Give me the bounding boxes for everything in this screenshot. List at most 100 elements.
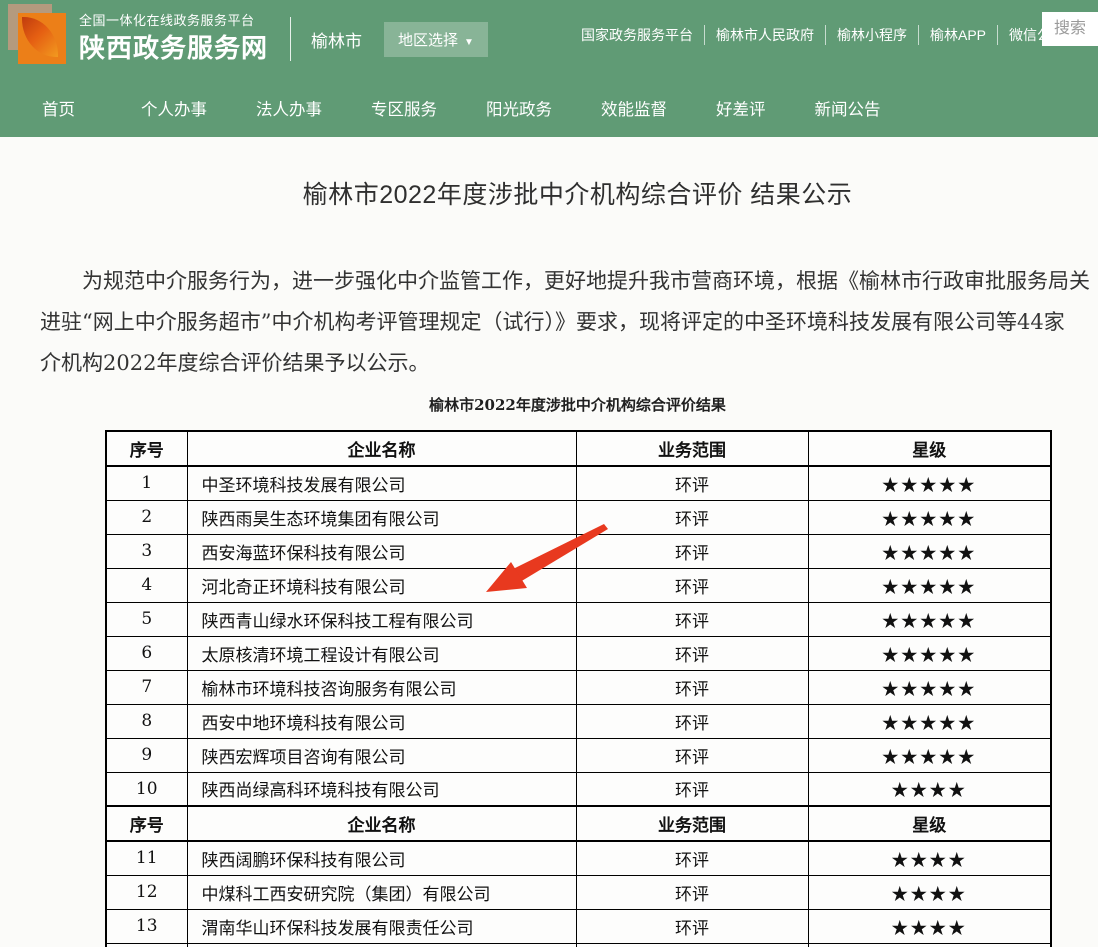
nav-item-0[interactable]: 首页 <box>42 96 75 120</box>
header-link-1[interactable]: 榆林市人民政府 <box>704 25 825 45</box>
region-selector-label: 地区选择 <box>398 32 458 49</box>
header-link-2[interactable]: 榆林小程序 <box>825 25 918 45</box>
column-header: 业务范围 <box>576 431 808 466</box>
brand-divider <box>290 17 291 61</box>
table-cell: 环评 <box>576 704 808 738</box>
table-cell: 环评 <box>576 875 808 909</box>
table-cell: 中煤科工西安研究院（集团）有限公司 <box>187 875 576 909</box>
table-header-row: 序号企业名称业务范围星级 <box>106 431 1051 466</box>
announcement-article: 榆林市2022年度涉批中介机构综合评价 结果公示 为规范中介服务行为，进一步强化… <box>40 175 1098 947</box>
table-cell: 环评 <box>576 670 808 704</box>
table-row: 11陕西阔鹏环保科技有限公司环评★★★★ <box>106 841 1051 875</box>
table-cell: 5 <box>106 602 187 636</box>
table-cell: 陕西青山绿水环保科技工程有限公司 <box>187 602 576 636</box>
star-rating-cell: ★★★★★ <box>808 704 1051 738</box>
star-rating-cell: ★★★★★ <box>808 466 1051 500</box>
site-logo[interactable] <box>8 4 66 64</box>
column-header: 星级 <box>808 431 1051 466</box>
table-cell: 13 <box>106 909 187 943</box>
table-cell: 西安中地环境科技有限公司 <box>187 704 576 738</box>
table-cell: 环评 <box>576 568 808 602</box>
header-link-3[interactable]: 榆林APP <box>918 25 997 45</box>
table-row: 7榆林市环境科技咨询服务有限公司环评★★★★★ <box>106 670 1051 704</box>
table-cell: 9 <box>106 738 187 772</box>
site-title: 陕西政务服务网 <box>79 32 268 65</box>
site-header: 全国一体化在线政务服务平台 陕西政务服务网 榆林市 地区选择▼ 国家政务服务平台… <box>0 0 1098 137</box>
current-city-label: 榆林市 <box>311 27 362 52</box>
paragraph-line: 介机构2022年度综合评价结果予以公示。 <box>40 343 1098 384</box>
star-rating-cell: ★★★★ <box>808 841 1051 875</box>
table-cell: 环评 <box>576 466 808 500</box>
table-row: 8西安中地环境科技有限公司环评★★★★★ <box>106 704 1051 738</box>
header-top-bar: 全国一体化在线政务服务平台 陕西政务服务网 榆林市 地区选择▼ 国家政务服务平台… <box>0 0 1098 78</box>
main-navigation: 首页 个人办事 法人办事 专区服务 阳光政务 效能监督 好差评 新闻公告 <box>0 78 1098 137</box>
table-cell: 3 <box>106 534 187 568</box>
table-row: 1中圣环境科技发展有限公司环评★★★★★ <box>106 466 1051 500</box>
table-cell: 太原核清环境工程设计有限公司 <box>187 636 576 670</box>
column-header: 企业名称 <box>187 806 576 841</box>
region-selector-button[interactable]: 地区选择▼ <box>384 22 488 57</box>
table-cell: 环评 <box>576 909 808 943</box>
nav-item-3[interactable]: 专区服务 <box>371 96 437 120</box>
nav-item-1[interactable]: 个人办事 <box>141 96 207 120</box>
table-row: 3西安海蓝环保科技有限公司环评★★★★★ <box>106 534 1051 568</box>
table-cell: 10 <box>106 772 187 806</box>
paragraph-line: 为规范中介服务行为，进一步强化中介监管工作，更好地提升我市营商环境，根据《榆林市… <box>40 261 1098 302</box>
table-cell: 1 <box>106 466 187 500</box>
column-header: 业务范围 <box>576 806 808 841</box>
header-link-0[interactable]: 国家政务服务平台 <box>570 25 704 45</box>
nav-item-2[interactable]: 法人办事 <box>256 96 322 120</box>
table-cell <box>576 943 808 947</box>
table-row: 12中煤科工西安研究院（集团）有限公司环评★★★★ <box>106 875 1051 909</box>
brand-block: 全国一体化在线政务服务平台 陕西政务服务网 <box>79 13 268 65</box>
search-input[interactable] <box>1042 12 1098 46</box>
nav-item-6[interactable]: 好差评 <box>716 96 766 120</box>
table-row: 9陕西宏辉项目咨询有限公司环评★★★★★ <box>106 738 1051 772</box>
evaluation-results-table: 序号企业名称业务范围星级1中圣环境科技发展有限公司环评★★★★★2陕西雨昊生态环… <box>105 430 1052 947</box>
table-row: 10陕西尚绿高科环境科技有限公司环评★★★★ <box>106 772 1051 806</box>
table-cell: 环评 <box>576 772 808 806</box>
nav-item-5[interactable]: 效能监督 <box>601 96 667 120</box>
star-rating-cell: ★★★★★ <box>808 670 1051 704</box>
table-row: 6太原核清环境工程设计有限公司环评★★★★★ <box>106 636 1051 670</box>
table-cell: 陕西尚绿高科环境科技有限公司 <box>187 772 576 806</box>
table-cell: 渭南华山环保科技发展有限责任公司 <box>187 909 576 943</box>
column-header: 星级 <box>808 806 1051 841</box>
table-row: 5陕西青山绿水环保科技工程有限公司环评★★★★★ <box>106 602 1051 636</box>
paragraph-line: 进驻“网上中介服务超市”中介机构考评管理规定（试行）》要求，现将评定的中圣环境科… <box>40 302 1098 343</box>
table-cell: 2 <box>106 500 187 534</box>
table-cell: 陕西阔鹏环保科技有限公司 <box>187 841 576 875</box>
table-caption: 榆林市2022年度涉批中介机构综合评价结果 <box>40 394 1098 415</box>
table-cell: 环评 <box>576 841 808 875</box>
table-cell: 12 <box>106 875 187 909</box>
table-header-row: 序号企业名称业务范围星级 <box>106 806 1051 841</box>
table-cell: 4 <box>106 568 187 602</box>
table-cell: 6 <box>106 636 187 670</box>
table-cell: 西安海蓝环保科技有限公司 <box>187 534 576 568</box>
table-cell <box>187 943 576 947</box>
column-header: 企业名称 <box>187 431 576 466</box>
star-rating-cell: ★★★★★ <box>808 636 1051 670</box>
star-rating-cell: ★★★★★ <box>808 534 1051 568</box>
star-rating-cell: ★★★★★ <box>808 568 1051 602</box>
table-cell: 环评 <box>576 636 808 670</box>
star-rating-cell: ★★★★★ <box>808 738 1051 772</box>
table-cell: 环评 <box>576 534 808 568</box>
nav-item-4[interactable]: 阳光政务 <box>486 96 552 120</box>
announcement-paragraph: 为规范中介服务行为，进一步强化中介监管工作，更好地提升我市营商环境，根据《榆林市… <box>40 261 1098 384</box>
page-title: 榆林市2022年度涉批中介机构综合评价 结果公示 <box>40 175 1098 211</box>
table-row: 4河北奇正环境科技有限公司环评★★★★★ <box>106 568 1051 602</box>
table-cell: 榆林市环境科技咨询服务有限公司 <box>187 670 576 704</box>
table-row <box>106 943 1051 947</box>
table-cell: 8 <box>106 704 187 738</box>
nav-item-7[interactable]: 新闻公告 <box>815 96 881 120</box>
table-cell: 河北奇正环境科技有限公司 <box>187 568 576 602</box>
table-cell: 7 <box>106 670 187 704</box>
table-row: 13渭南华山环保科技发展有限责任公司环评★★★★ <box>106 909 1051 943</box>
star-rating-cell: ★★★★ <box>808 772 1051 806</box>
header-quick-links: 国家政务服务平台榆林市人民政府榆林小程序榆林APP微信公众号 <box>570 25 1090 45</box>
table-cell: 11 <box>106 841 187 875</box>
star-rating-cell: ★★★★★ <box>808 602 1051 636</box>
star-rating-cell: ★★★★ <box>808 875 1051 909</box>
table-cell <box>106 943 187 947</box>
